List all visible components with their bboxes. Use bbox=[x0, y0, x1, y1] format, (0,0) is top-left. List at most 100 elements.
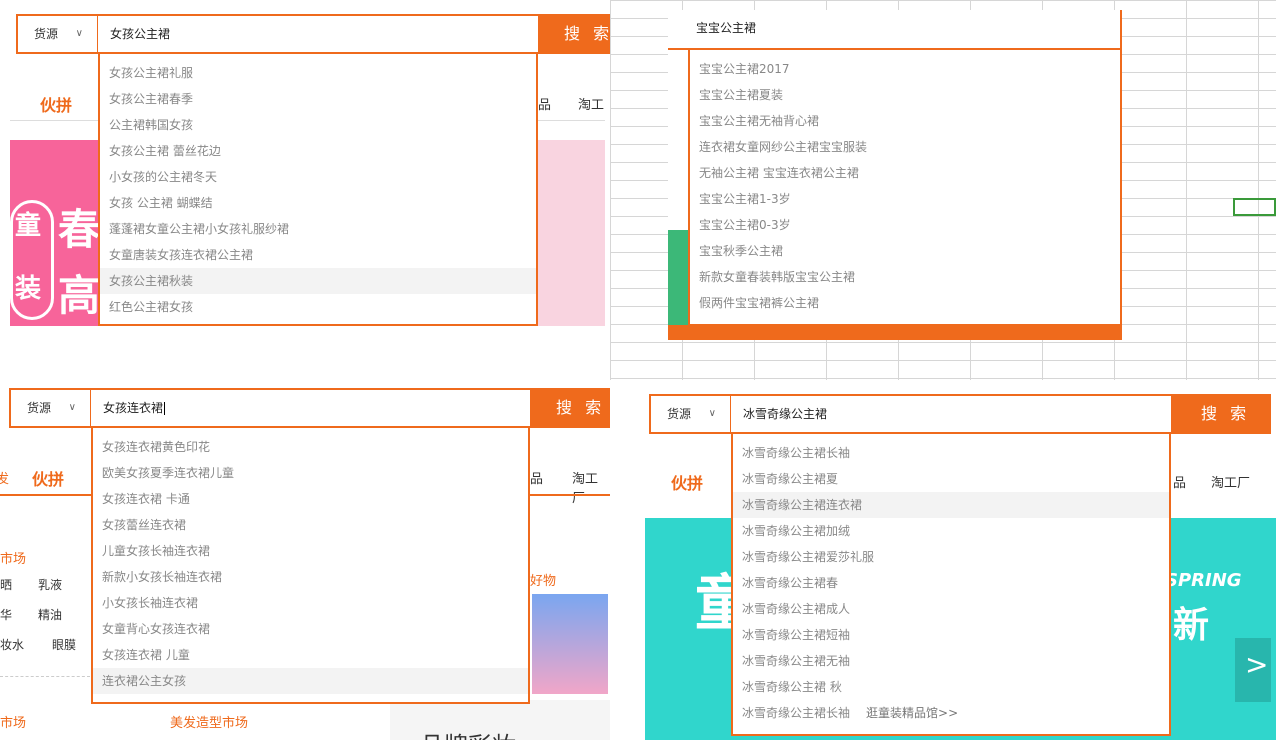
suggestion-text: 冰雪奇缘公主裙加绒 bbox=[742, 524, 851, 538]
source-select[interactable]: 货源 ∨ bbox=[651, 396, 731, 432]
nav-huopin[interactable]: 伙拼 bbox=[32, 466, 64, 490]
nav-item[interactable]: 品 bbox=[538, 94, 551, 113]
category-link[interactable]: 华 bbox=[0, 606, 12, 623]
suggestion-text: 宝宝公主裙1-3岁 bbox=[699, 192, 791, 206]
nav-item[interactable]: 发 bbox=[0, 468, 9, 487]
market-title[interactable]: 市场 bbox=[0, 548, 26, 567]
suggestion-item[interactable]: 女孩公主裙春季 bbox=[100, 86, 536, 112]
suggestion-text: 无袖公主裙 宝宝连衣裙公主裙 bbox=[699, 166, 859, 180]
source-label: 货源 bbox=[667, 407, 692, 421]
suggestion-item[interactable]: 冰雪奇缘公主裙爱莎礼服 bbox=[733, 544, 1169, 570]
suggestion-text: 儿童女孩长袖连衣裙 bbox=[102, 544, 211, 558]
suggestion-item[interactable]: 假两件宝宝裙裤公主裙 bbox=[690, 290, 1120, 316]
category-link[interactable]: 晒 bbox=[0, 576, 12, 593]
suggestion-text: 小女孩的公主裙冬天 bbox=[109, 170, 218, 184]
suggestion-item[interactable]: 女孩公主裙 蕾丝花边 bbox=[100, 138, 536, 164]
suggestion-item[interactable]: 女童唐装女孩连衣裙公主裙 bbox=[100, 242, 536, 268]
suggestion-text: 小女孩长袖连衣裙 bbox=[102, 596, 199, 610]
suggestion-item[interactable]: 冰雪奇缘公主裙春 bbox=[733, 570, 1169, 596]
suggestion-item[interactable]: 小女孩长袖连衣裙 bbox=[93, 590, 528, 616]
suggestion-item[interactable]: 女孩蕾丝连衣裙 bbox=[93, 512, 528, 538]
suggestion-text: 女孩连衣裙 卡通 bbox=[102, 492, 190, 506]
search-bar: 货源 ∨ 女孩公主裙 搜 索 bbox=[16, 14, 610, 54]
nav-item[interactable]: 品 bbox=[530, 468, 543, 487]
suggestion-item[interactable]: 女孩公主裙秋装 bbox=[100, 268, 536, 294]
suggestion-dropdown: 女孩连衣裙黄色印花 欧美女孩夏季连衣裙儿童女孩连衣裙 卡通女孩蕾丝连衣裙儿童女孩长… bbox=[91, 428, 530, 704]
suggestion-item[interactable]: 冰雪奇缘公主裙成人 bbox=[733, 596, 1169, 622]
chevron-right-icon: > bbox=[1245, 648, 1269, 681]
suggestion-item[interactable]: 冰雪奇缘公主裙加绒 bbox=[733, 518, 1169, 544]
search-button[interactable]: 搜 索 bbox=[538, 14, 610, 54]
goods-title[interactable]: 好物 bbox=[530, 570, 556, 589]
suggestion-item[interactable]: 宝宝公主裙1-3岁 bbox=[690, 186, 1120, 212]
banner-right-image bbox=[536, 140, 605, 326]
nav-item[interactable]: 品 bbox=[1173, 472, 1186, 491]
suggestion-item[interactable]: 冰雪奇缘公主裙夏 bbox=[733, 466, 1169, 492]
source-label: 货源 bbox=[27, 401, 52, 415]
source-select[interactable]: 货源 ∨ bbox=[11, 390, 91, 426]
market-title[interactable]: 美发造型市场 bbox=[170, 712, 248, 731]
category-link[interactable]: 乳液 bbox=[38, 576, 62, 593]
suggestion-item[interactable]: 冰雪奇缘公主裙无袖 bbox=[733, 648, 1169, 674]
suggestion-text: 女孩连衣裙 儿童 bbox=[102, 648, 190, 662]
screenshot-panel-1: 童 装 春 高 伙拼 品 淘工 货源 ∨ 女孩公主裙 搜 索 女孩公主裙礼服 女孩公… bbox=[0, 0, 610, 350]
suggestion-item[interactable]: 红色公主裙女孩 bbox=[100, 294, 536, 320]
search-button[interactable]: 搜 索 bbox=[1171, 394, 1271, 434]
suggestion-text: 连衣裙公主女孩 bbox=[102, 674, 187, 688]
suggestion-item[interactable]: 冰雪奇缘公主裙 秋 bbox=[733, 674, 1169, 700]
suggestion-dropdown: 女孩公主裙礼服 女孩公主裙春季公主裙韩国女孩女孩公主裙 蕾丝花边 小女孩的公主裙冬天… bbox=[98, 54, 538, 326]
nav-item[interactable]: 淘工厂 bbox=[1211, 472, 1250, 491]
category-link[interactable]: 眼膜 bbox=[52, 636, 76, 653]
suggestion-item[interactable]: 女孩 公主裙 蝴蝶结 bbox=[100, 190, 536, 216]
chevron-down-icon: ∨ bbox=[708, 408, 716, 419]
suggestion-item[interactable]: 宝宝公主裙夏装 bbox=[690, 82, 1120, 108]
suggestion-item[interactable]: 新款小女孩长袖连衣裙 bbox=[93, 564, 528, 590]
suggestion-item[interactable]: 冰雪奇缘公主裙连衣裙 bbox=[733, 492, 1169, 518]
suggestion-item[interactable]: 小女孩的公主裙冬天 bbox=[100, 164, 536, 190]
suggestion-text: 女童背心女孩连衣裙 bbox=[102, 622, 211, 636]
suggestion-item[interactable]: 宝宝公主裙无袖背心裙 bbox=[690, 108, 1120, 134]
nav-huopin[interactable]: 伙拼 bbox=[671, 470, 703, 494]
category-link[interactable]: 妆水 bbox=[0, 636, 24, 653]
suggestion-item[interactable]: 女孩公主裙礼服 bbox=[100, 60, 536, 86]
suggestion-item[interactable]: 女孩连衣裙黄色印花 bbox=[93, 434, 528, 460]
suggestion-text: 公主裙韩国女孩 bbox=[109, 118, 194, 132]
suggestion-item[interactable]: 宝宝公主裙2017 bbox=[690, 56, 1120, 82]
category-link[interactable]: 精油 bbox=[38, 606, 62, 623]
market-title[interactable]: 市场 bbox=[0, 712, 26, 731]
text-caret bbox=[164, 402, 166, 415]
suggestion-item[interactable]: 冰雪奇缘公主裙短袖 bbox=[733, 622, 1169, 648]
nav-item[interactable]: 淘工厂 bbox=[572, 468, 610, 506]
search-input[interactable]: 女孩公主裙 bbox=[110, 16, 170, 52]
suggestion-item[interactable]: 连衣裙公主女孩 bbox=[93, 668, 528, 694]
search-button[interactable]: 搜 索 bbox=[530, 388, 610, 428]
suggestion-item[interactable]: 冰雪奇缘公主裙长袖 逛童装精品馆>> bbox=[733, 700, 1169, 726]
suggestion-item[interactable]: 无袖公主裙 宝宝连衣裙公主裙 bbox=[690, 160, 1120, 186]
search-input[interactable]: 宝宝公主裙 bbox=[696, 10, 756, 46]
suggestion-item[interactable]: 连衣裙女童网纱公主裙宝宝服装 bbox=[690, 134, 1120, 160]
dashed-divider bbox=[0, 676, 90, 677]
suggestion-item[interactable]: 公主裙韩国女孩 bbox=[100, 112, 536, 138]
suggestion-text: 新款女童春装韩版宝宝公主裙 bbox=[699, 270, 856, 284]
suggestion-item[interactable]: 宝宝公主裙0-3岁 bbox=[690, 212, 1120, 238]
search-input[interactable]: 女孩连衣裙 bbox=[103, 390, 166, 426]
suggestion-item[interactable]: 冰雪奇缘公主裙长袖 bbox=[733, 440, 1169, 466]
suggestion-item[interactable]: 儿童女孩长袖连衣裙 bbox=[93, 538, 528, 564]
suggestion-text: 蓬蓬裙女童公主裙小女孩礼服纱裙 bbox=[109, 222, 290, 236]
nav-item[interactable]: 淘工 bbox=[578, 94, 604, 113]
boutique-link[interactable]: 逛童装精品馆>> bbox=[866, 706, 958, 720]
suggestion-item[interactable]: 女童背心女孩连衣裙 bbox=[93, 616, 528, 642]
suggestion-item[interactable]: 女孩连衣裙 卡通 bbox=[93, 486, 528, 512]
nav-huopin[interactable]: 伙拼 bbox=[40, 92, 72, 116]
suggestion-item[interactable]: 宝宝秋季公主裙 bbox=[690, 238, 1120, 264]
suggestion-text: 冰雪奇缘公主裙夏 bbox=[742, 472, 839, 486]
suggestion-text: 女孩公主裙 蕾丝花边 bbox=[109, 144, 221, 158]
suggestion-item[interactable]: 女孩连衣裙 儿童 bbox=[93, 642, 528, 668]
suggestion-item[interactable]: 欧美女孩夏季连衣裙儿童 bbox=[93, 460, 528, 486]
banner-char: 装 bbox=[15, 274, 42, 304]
suggestion-item[interactable]: 新款女童春装韩版宝宝公主裙 bbox=[690, 264, 1120, 290]
search-bar: 货源 ∨ 女孩连衣裙 搜 索 bbox=[9, 388, 610, 428]
suggestion-item[interactable]: 蓬蓬裙女童公主裙小女孩礼服纱裙 bbox=[100, 216, 536, 242]
source-select[interactable]: 货源 ∨ bbox=[18, 16, 98, 52]
search-input[interactable]: 冰雪奇缘公主裙 bbox=[743, 396, 827, 432]
